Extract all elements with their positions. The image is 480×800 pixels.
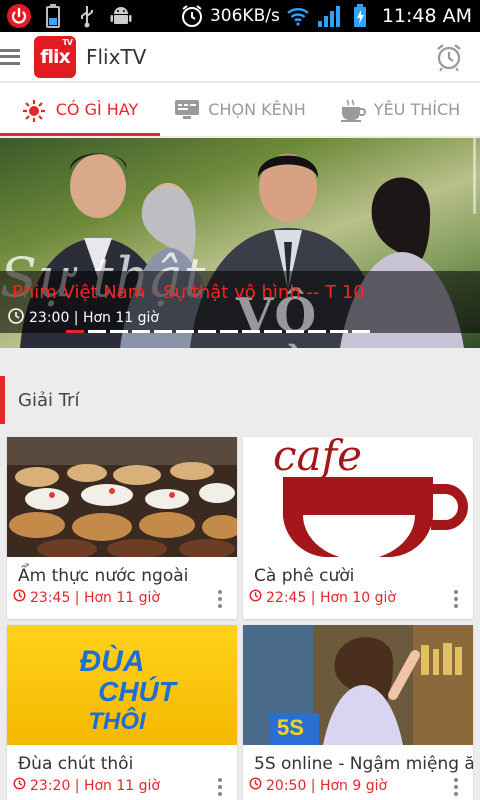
slide-dot[interactable]	[242, 330, 260, 333]
program-time: 22:45 | Hơn 10 giờ	[249, 589, 396, 606]
hamburger-icon[interactable]	[0, 47, 22, 67]
program-thumbnail: ĐÙA CHÚT THÔI	[7, 625, 237, 745]
slide-dot[interactable]	[176, 330, 194, 333]
tab-label: CÓ GÌ HAY	[55, 100, 139, 119]
slide-dot[interactable]	[264, 330, 282, 333]
more-options-icon[interactable]	[454, 778, 459, 796]
battery-charging-icon	[347, 3, 373, 29]
app-title: FlixTV	[86, 44, 147, 69]
section-header: Giải Trí	[0, 375, 480, 425]
usb-icon	[74, 3, 100, 29]
slide-dot[interactable]	[110, 330, 128, 333]
thumb-cafe-word: cafe	[273, 437, 362, 480]
slide-indicator	[66, 330, 370, 333]
program-time: 23:20 | Hơn 11 giờ	[13, 777, 160, 794]
tab-label: YÊU THÍCH	[373, 100, 461, 119]
network-speed: 306KB/s	[209, 6, 280, 26]
alarm-clock-icon[interactable]	[434, 42, 464, 72]
program-time-text: 23:45 | Hơn 11 giờ	[30, 589, 160, 606]
program-card[interactable]: ĐÙA CHÚT THÔI Đùa chút thôi 23:20 | Hơn …	[7, 625, 237, 800]
tab-label: CHỌN KÊNH	[208, 100, 306, 119]
slide-dot[interactable]	[308, 330, 326, 333]
slide-dot[interactable]	[88, 330, 106, 333]
program-card[interactable]: Ẩm thực nước ngoài 23:45 | Hơn 11 giờ	[7, 437, 237, 619]
program-time: 23:45 | Hơn 11 giờ	[13, 589, 160, 606]
program-thumbnail	[7, 437, 237, 557]
slide-dot[interactable]	[198, 330, 216, 333]
featured-time-text: 23:00 | Hơn 11 giờ	[29, 310, 159, 326]
program-time-text: 22:45 | Hơn 10 giờ	[266, 589, 396, 606]
clock-icon	[249, 589, 262, 606]
signal-icon	[316, 3, 342, 29]
thumb-cuoi-word: cười	[333, 531, 368, 550]
slide-dot[interactable]	[154, 330, 172, 333]
android-icon	[108, 3, 134, 29]
featured-title: Phim Việt Nam - Sự thật vô hình -- T 10	[12, 282, 365, 303]
section-accent-bar	[0, 376, 5, 424]
tab-co-gi-hay[interactable]: CÓ GÌ HAY	[0, 83, 160, 136]
program-time: 20:50 | Hơn 9 giờ	[249, 777, 387, 794]
program-time-text: 23:20 | Hơn 11 giờ	[30, 777, 160, 794]
sun-icon	[22, 99, 46, 122]
app-bar: flix TV FlixTV	[0, 32, 480, 82]
thumb-5s-badge: 5S	[277, 715, 304, 740]
status-bar: 306KB/s 11:48 AM	[0, 0, 480, 32]
program-title: 5S online - Ngậm miệng ăn	[254, 754, 473, 774]
alarm-icon	[179, 3, 205, 29]
featured-time: 23:00 | Hơn 11 giờ	[8, 308, 159, 328]
clock-icon	[13, 777, 26, 794]
flixtv-logo: flix TV	[34, 35, 76, 78]
more-options-icon[interactable]	[218, 590, 223, 608]
thumb-line: THÔI	[88, 708, 146, 735]
slide-dot[interactable]	[352, 330, 370, 333]
program-thumbnail: 5S	[243, 625, 473, 745]
tab-yeu-thich[interactable]: YÊU THÍCH	[320, 83, 480, 136]
thumb-line: CHÚT	[98, 676, 176, 707]
slide-dot[interactable]	[330, 330, 348, 333]
clock-time: 11:48 AM	[381, 5, 472, 27]
coffee-cup-icon	[340, 98, 366, 122]
more-options-icon[interactable]	[454, 590, 459, 608]
tab-chon-kenh[interactable]: CHỌN KÊNH	[160, 83, 320, 136]
thumb-line: ĐÙA	[79, 645, 145, 678]
clock-icon	[8, 308, 24, 328]
slide-dot[interactable]	[286, 330, 304, 333]
app-screen: 306KB/s 11:48 AM flix TV FlixTV CÓ GÌ HA…	[0, 0, 480, 800]
program-card[interactable]: 5S 5S online - Ngậm miệng ăn 20:50 | Hơn…	[243, 625, 473, 800]
program-time-text: 20:50 | Hơn 9 giờ	[266, 777, 388, 794]
slide-dot[interactable]	[132, 330, 150, 333]
scrollbar	[473, 138, 476, 214]
tab-bar: CÓ GÌ HAY CHỌN KÊNH YÊU THÍCH	[0, 83, 480, 136]
program-title: Ẩm thực nước ngoài	[18, 566, 189, 586]
clock-icon	[249, 777, 262, 794]
featured-banner[interactable]: Sự thật VÔ HÌNH Phim Việt Nam - Sự thật …	[0, 138, 480, 348]
battery-alert-icon	[40, 3, 66, 29]
clock-icon	[13, 589, 26, 606]
slide-dot[interactable]	[66, 330, 84, 333]
section-title: Giải Trí	[18, 389, 80, 411]
tv-channel-icon	[174, 99, 200, 121]
program-card[interactable]: cafe cười Cà phê cười 22:45 | Hơn 10 giờ	[243, 437, 473, 619]
more-options-icon[interactable]	[218, 778, 223, 796]
program-title: Cà phê cười	[254, 566, 355, 586]
power-saver-icon	[6, 3, 32, 29]
program-thumbnail: cafe cười	[243, 437, 473, 557]
program-title: Đùa chút thôi	[18, 754, 134, 774]
slide-dot[interactable]	[220, 330, 238, 333]
wifi-icon	[285, 3, 311, 29]
